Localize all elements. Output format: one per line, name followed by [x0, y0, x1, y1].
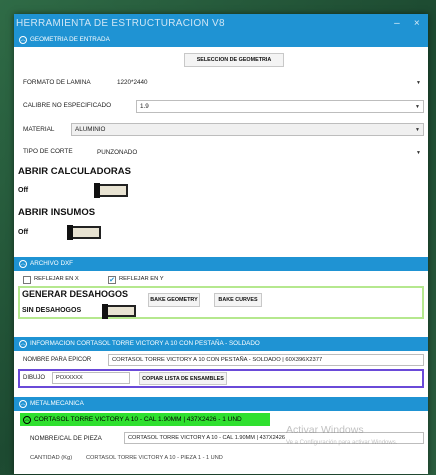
seleccion-geometria-button[interactable]: SELECCION DE GEOMETRIA [184, 53, 284, 67]
chevron-up-icon[interactable]: ︿ [19, 260, 27, 268]
toggle-knob [94, 183, 100, 198]
dropdown-arrow-icon: ▼ [416, 149, 421, 156]
calibre-value: 1.9 [140, 103, 149, 110]
cantidad-value: CORTASOL TORRE VICTORY A 10 - PIEZA 1 - … [86, 455, 223, 461]
cantidad-label: CANTIDAD (Kg) [30, 455, 73, 461]
calibre-dropdown[interactable]: 1.9 ▼ [136, 100, 424, 113]
reflejar-y-label: REFLEJAR EN Y [119, 276, 164, 282]
dibujo-label: DIBUJO [23, 375, 46, 381]
nombre-epicor-input[interactable]: CORTASOL TORRE VICTORY A 10 CON PESTAÑA … [108, 354, 424, 366]
reflejar-y-checkbox[interactable]: ✔ [108, 276, 116, 284]
section-informacion-header[interactable]: ︿ INFORMACION CORTASOL TORRE VICTORY A 1… [14, 337, 428, 351]
section-geometria-header[interactable]: ︿ GEOMETRIA DE ENTRADA [14, 33, 428, 47]
section-geometria-body: SELECCION DE GEOMETRIA FORMATO DE LAMINA… [14, 47, 428, 257]
calculadoras-state: Off [18, 187, 29, 194]
section-dxf-title: ARCHIVO DXF [30, 260, 74, 267]
dropdown-arrow-icon: ▼ [415, 103, 420, 110]
metalmecanica-item-label: CORTASOL TORRE VICTORY A 10 - CAL 1.90MM… [34, 416, 242, 423]
chevron-up-icon[interactable]: ︿ [23, 415, 31, 424]
bake-geometry-button[interactable]: BAKE GEOMETRY [148, 293, 200, 307]
section-geometria-title: GEOMETRIA DE ENTRADA [30, 36, 110, 43]
section-metalmecanica-header[interactable]: ︿ METALMECANICA [14, 397, 428, 411]
nombre-epicor-label: NOMBRE PARA EPICOR [23, 357, 92, 363]
window-title: HERRAMIENTA DE ESTRUCTURACION V8 [16, 18, 225, 29]
activate-windows-hint: Ve a Configuración para activar Windows. [286, 440, 398, 446]
dibujo-input[interactable]: POXXXXX [52, 372, 130, 384]
section-metalmecanica-body: ︿ CORTASOL TORRE VICTORY A 10 - CAL 1.90… [14, 411, 428, 474]
formato-dropdown[interactable]: 1220*2440 ▼ [114, 76, 424, 89]
app-window: HERRAMIENTA DE ESTRUCTURACION V8 – × ︿ G… [14, 14, 428, 474]
section-dxf-body: REFLEJAR EN X ✔ REFLEJAR EN Y GENERAR DE… [14, 271, 428, 337]
reflejar-x-checkbox[interactable] [23, 276, 31, 284]
tipo-corte-value: PUNZONADO [97, 149, 138, 156]
chevron-up-icon[interactable]: ︿ [19, 36, 27, 44]
chevron-up-icon[interactable]: ︿ [19, 340, 27, 348]
calibre-label: CALIBRE NO ESPECIFICADO [23, 102, 112, 109]
activate-windows-watermark: Activar Windows [286, 424, 364, 436]
sin-desahogos-label: SIN DESAHOGOS [22, 307, 82, 314]
close-button[interactable]: × [414, 14, 420, 33]
formato-label: FORMATO DE LAMINA [23, 79, 91, 86]
tipo-corte-label: TIPO DE CORTE [23, 148, 73, 155]
toggle-knob [67, 225, 73, 240]
generar-desahogos-label: GENERAR DESAHOGOS [22, 289, 129, 299]
material-dropdown[interactable]: ALUMINIO ▼ [71, 123, 424, 136]
title-bar: HERRAMIENTA DE ESTRUCTURACION V8 – × [14, 14, 428, 33]
calculadoras-toggle[interactable] [94, 183, 128, 198]
section-metalmecanica-title: METALMECANICA [30, 400, 84, 407]
section-informacion-body: NOMBRE PARA EPICOR CORTASOL TORRE VICTOR… [14, 351, 428, 397]
formato-value: 1220*2440 [117, 79, 148, 86]
material-value: ALUMINIO [75, 126, 106, 133]
dropdown-arrow-icon: ▼ [416, 79, 421, 86]
insumos-toggle[interactable] [67, 225, 101, 240]
insumos-state: Off [18, 229, 29, 236]
section-dxf-header[interactable]: ︿ ARCHIVO DXF [14, 257, 428, 271]
material-label: MATERIAL [23, 126, 55, 133]
reflejar-x-label: REFLEJAR EN X [34, 276, 79, 282]
dropdown-arrow-icon: ▼ [415, 126, 420, 133]
bake-curves-button[interactable]: BAKE CURVES [214, 293, 262, 307]
chevron-up-icon[interactable]: ︿ [19, 400, 27, 408]
section-informacion-title: INFORMACION CORTASOL TORRE VICTORY A 10 … [30, 340, 260, 347]
toggle-knob [102, 304, 108, 319]
minimize-button[interactable]: – [394, 14, 400, 33]
abrir-calculadoras-label: ABRIR CALCULADORAS [18, 166, 131, 177]
nombre-pieza-label: NOMBRE/CAL DE PIEZA [30, 435, 102, 442]
abrir-insumos-label: ABRIR INSUMOS [18, 207, 96, 218]
tipo-corte-dropdown[interactable]: PUNZONADO ▼ [94, 146, 424, 159]
desahogos-toggle[interactable] [102, 304, 136, 319]
copiar-ensambles-button[interactable]: COPIAR LISTA DE ENSAMBLES [139, 372, 227, 385]
metalmecanica-item-header[interactable]: ︿ CORTASOL TORRE VICTORY A 10 - CAL 1.90… [20, 413, 270, 426]
